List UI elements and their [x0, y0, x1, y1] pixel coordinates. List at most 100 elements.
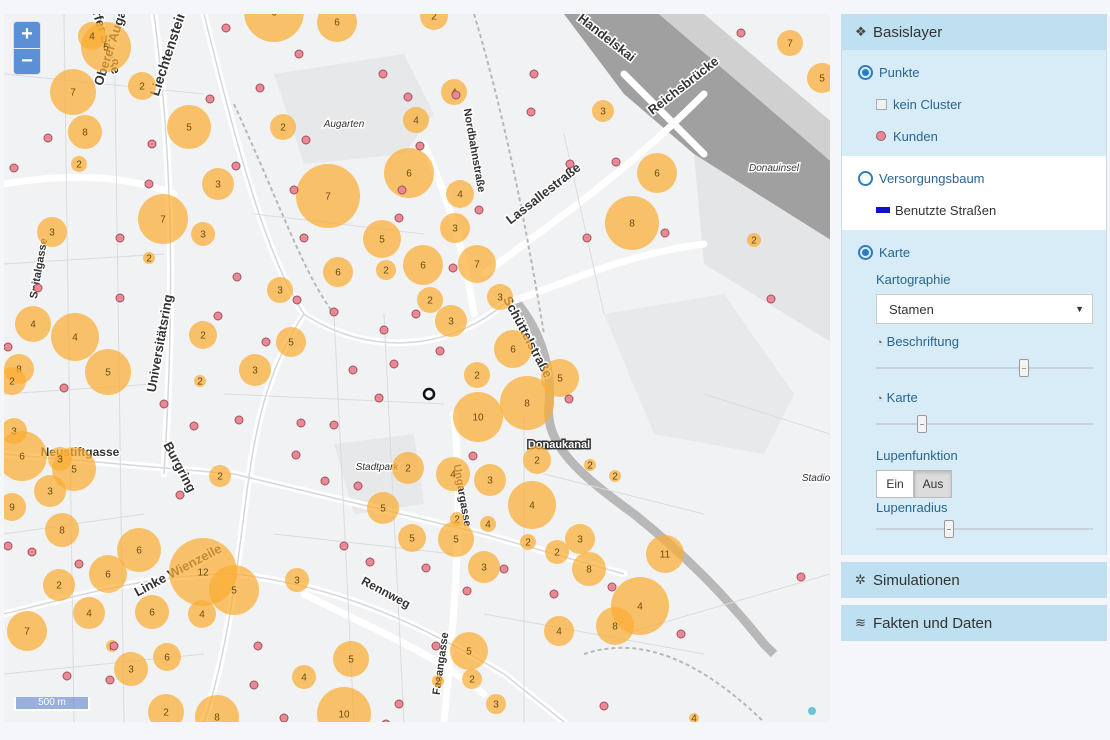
versorgungsbaum-radio[interactable] — [858, 170, 873, 186]
cluster-marker[interactable]: 3 — [114, 652, 148, 686]
cluster-marker[interactable]: 4 — [508, 481, 556, 529]
customer-marker[interactable] — [468, 451, 478, 461]
cluster-marker[interactable]: 4 — [188, 600, 216, 628]
cluster-marker[interactable]: 3 — [474, 464, 506, 496]
karte-opacity-slider[interactable] — [876, 412, 1093, 436]
customer-marker[interactable] — [378, 69, 388, 79]
cluster-marker[interactable]: 2 — [392, 452, 424, 484]
beschriftung-slider-thumb[interactable] — [1018, 359, 1029, 377]
cluster-marker[interactable]: 2 — [462, 669, 482, 689]
customer-marker[interactable] — [291, 450, 301, 460]
punkte-option[interactable]: Punkte — [858, 62, 1106, 82]
customer-marker[interactable] — [261, 337, 271, 347]
customer-marker[interactable] — [526, 107, 536, 117]
customer-marker[interactable] — [301, 135, 311, 145]
customer-marker[interactable] — [474, 205, 484, 215]
customer-marker[interactable] — [549, 589, 559, 599]
cluster-marker[interactable]: 8 — [68, 115, 102, 149]
customer-marker[interactable] — [796, 572, 806, 582]
customer-marker[interactable] — [221, 23, 231, 33]
customer-marker[interactable] — [213, 311, 223, 321]
cluster-marker[interactable]: 8 — [572, 552, 606, 586]
customer-marker[interactable] — [448, 263, 458, 273]
customer-marker[interactable] — [397, 185, 407, 195]
cluster-marker[interactable]: 2 — [747, 233, 761, 247]
customer-marker[interactable] — [292, 295, 302, 305]
customer-marker[interactable] — [435, 346, 445, 356]
customer-marker[interactable] — [253, 641, 263, 651]
cluster-marker[interactable]: 4 — [78, 22, 106, 50]
cluster-marker[interactable]: 2 — [209, 465, 231, 487]
customer-marker[interactable] — [289, 185, 299, 195]
customer-marker[interactable] — [74, 559, 84, 569]
karte-option[interactable]: Karte — [858, 242, 1106, 262]
cluster-marker[interactable]: 8 — [605, 196, 659, 250]
lupe-aus-button[interactable]: Aus — [914, 470, 952, 498]
cluster-marker[interactable]: 5 — [367, 492, 399, 524]
customer-marker[interactable] — [451, 90, 461, 100]
customer-marker[interactable] — [411, 309, 421, 319]
customer-marker[interactable] — [189, 421, 199, 431]
customer-marker[interactable] — [611, 157, 621, 167]
karte-slider-thumb[interactable] — [917, 415, 928, 433]
cluster-marker[interactable]: 7 — [458, 245, 496, 283]
cluster-marker[interactable]: 3 — [239, 354, 271, 386]
cluster-marker[interactable]: 6 — [89, 555, 127, 593]
map-canvas[interactable]: Nußdorfer StraßeLiechtensteinstraßeObere… — [4, 14, 830, 722]
cluster-marker[interactable]: 3 — [48, 447, 72, 471]
customer-marker[interactable] — [329, 307, 339, 317]
cluster-marker[interactable]: 3 — [202, 168, 234, 200]
cluster-marker[interactable]: 3 — [440, 213, 470, 243]
cluster-marker[interactable]: 6 — [384, 148, 434, 198]
cluster-marker[interactable]: 7 — [777, 30, 803, 56]
kein-cluster-checkbox[interactable] — [876, 98, 887, 110]
cluster-marker[interactable]: 11 — [646, 535, 684, 573]
cluster-marker[interactable]: 4 — [51, 313, 99, 361]
cluster-marker[interactable]: 2 — [523, 446, 551, 474]
customer-marker[interactable] — [231, 161, 241, 171]
cluster-marker[interactable]: 4 — [292, 665, 316, 689]
beschriftung-slider[interactable] — [876, 356, 1093, 380]
cluster-marker[interactable]: 4 — [403, 107, 429, 133]
cluster-marker[interactable]: 3 — [487, 284, 513, 310]
customer-marker[interactable] — [529, 69, 539, 79]
fakten-header[interactable]: ≋ Fakten und Daten — [841, 605, 1107, 641]
cluster-marker[interactable]: 7 — [7, 611, 47, 651]
customer-marker[interactable] — [676, 629, 686, 639]
customer-marker[interactable] — [175, 490, 185, 500]
customer-marker[interactable] — [115, 293, 125, 303]
lupe-ein-button[interactable]: Ein — [876, 470, 914, 498]
customer-marker[interactable] — [374, 393, 384, 403]
cluster-marker[interactable]: 8 — [500, 376, 554, 430]
lupenradius-slider-thumb[interactable] — [944, 520, 955, 538]
cluster-marker[interactable]: 4 — [446, 180, 474, 208]
cluster-marker[interactable]: 3 — [486, 694, 506, 714]
cluster-marker[interactable]: 7 — [138, 194, 188, 244]
customer-marker[interactable] — [766, 294, 776, 304]
customer-marker[interactable] — [4, 342, 13, 352]
cluster-marker[interactable]: 5 — [363, 220, 401, 258]
customer-marker[interactable] — [232, 272, 242, 282]
customer-marker[interactable] — [564, 394, 574, 404]
cluster-marker[interactable]: 3 — [565, 524, 595, 554]
cluster-marker[interactable]: 8 — [45, 513, 79, 547]
customer-marker[interactable] — [421, 563, 431, 573]
customer-marker[interactable] — [4, 541, 13, 551]
customer-marker[interactable] — [565, 159, 575, 169]
karte-radio[interactable] — [858, 244, 873, 260]
customer-marker[interactable] — [394, 213, 404, 223]
customer-marker[interactable] — [234, 415, 244, 425]
customer-marker[interactable] — [9, 163, 19, 173]
customer-marker[interactable] — [147, 139, 157, 149]
cluster-marker[interactable]: 3 — [34, 475, 66, 507]
cluster-marker[interactable]: 3 — [285, 568, 309, 592]
customer-marker[interactable] — [299, 233, 309, 243]
customer-marker[interactable] — [205, 94, 215, 104]
customer-marker[interactable] — [660, 228, 670, 238]
cluster-marker[interactable]: 4 — [544, 616, 574, 646]
cluster-marker[interactable]: 3 — [435, 305, 467, 337]
customer-marker[interactable] — [379, 325, 389, 335]
cluster-marker[interactable]: 2 — [376, 260, 396, 280]
customer-marker[interactable] — [279, 713, 289, 722]
cluster-marker[interactable]: 5 — [438, 521, 474, 557]
